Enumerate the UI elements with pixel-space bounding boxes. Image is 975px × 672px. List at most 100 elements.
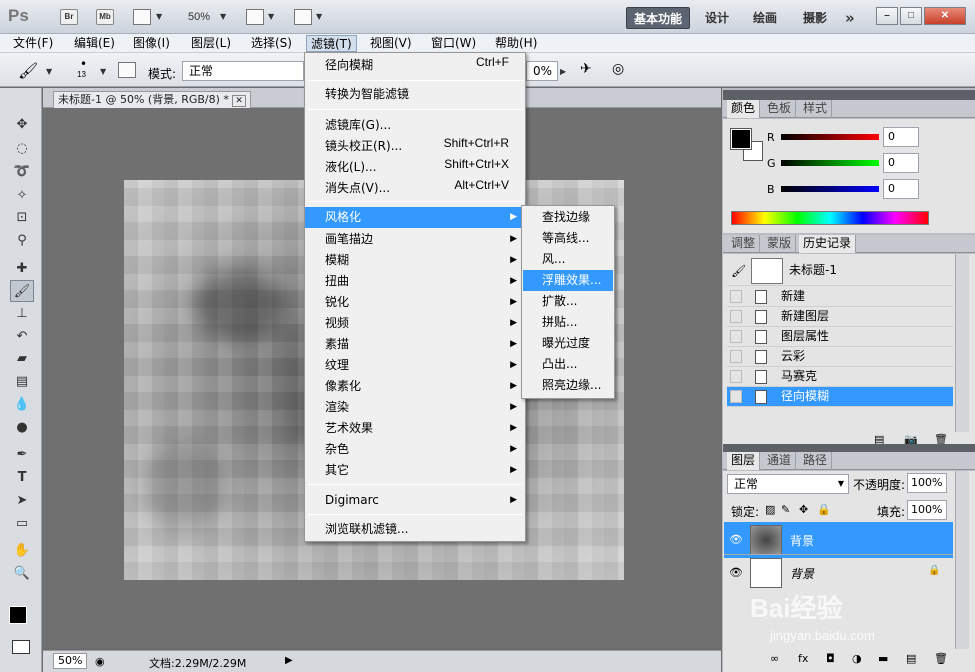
workspace-photography[interactable]: 摄影 <box>796 7 834 29</box>
brush-panel-button[interactable] <box>118 62 136 78</box>
quick-select-tool-icon[interactable]: ✧ <box>10 185 34 207</box>
menu-item-artistic[interactable]: 艺术效果 ▶ <box>305 418 525 439</box>
menu-window[interactable]: 窗口(W) <box>427 35 480 52</box>
fill-input[interactable]: 100% <box>907 500 947 520</box>
more-workspaces-button[interactable]: » <box>838 7 862 29</box>
mode-select[interactable]: 正常 <box>182 61 304 81</box>
chevron-right-icon[interactable]: ▶ <box>560 67 566 76</box>
lock-transparent-icon[interactable]: ▨ <box>765 503 775 516</box>
history-item[interactable]: 新建 <box>727 287 953 307</box>
menu-layer[interactable]: 图层(L) <box>187 35 235 52</box>
submenu-item-glowing-edges[interactable]: 照亮边缘... <box>523 375 613 396</box>
blue-value-input[interactable]: 0 <box>883 179 919 199</box>
menu-item-convert-smart-filter[interactable]: 转换为智能滤镜 <box>305 84 525 105</box>
menu-item-vanishing-point[interactable]: 消失点(V)... Alt+Ctrl+V <box>305 178 525 199</box>
history-scrollbar[interactable] <box>955 254 969 432</box>
healing-brush-tool-icon[interactable]: ✚ <box>10 258 34 280</box>
adjustment-layer-icon[interactable]: ◑ <box>852 652 862 665</box>
hand-tool-icon[interactable]: ✋ <box>10 540 34 562</box>
path-selection-tool-icon[interactable]: ➤ <box>10 490 34 512</box>
layer-name[interactable]: 背景 <box>790 565 814 582</box>
tab-swatches[interactable]: 色板 <box>763 100 797 118</box>
submenu-item-diffuse[interactable]: 扩散... <box>523 291 613 312</box>
history-brush-tool-icon[interactable]: ↶ <box>10 326 34 348</box>
menu-item-liquify[interactable]: 液化(L)... Shift+Ctrl+X <box>305 157 525 178</box>
close-icon[interactable]: ✕ <box>924 7 966 25</box>
screen-mode-button[interactable] <box>294 9 312 25</box>
delete-layer-icon[interactable]: 🗑 <box>934 652 948 665</box>
history-snapshot[interactable]: 🖌 未标题-1 <box>727 256 953 286</box>
link-layers-icon[interactable]: ∞ <box>770 652 779 665</box>
submenu-item-wind[interactable]: 风... <box>523 249 613 270</box>
eye-icon[interactable]: 👁 <box>729 533 743 546</box>
menu-item-brush-strokes[interactable]: 画笔描边 ▶ <box>305 229 525 250</box>
workspace-painting[interactable]: 绘画 <box>746 7 784 29</box>
menu-image[interactable]: 图像(I) <box>129 35 174 52</box>
history-item-active[interactable]: 径向模糊 <box>727 387 953 407</box>
tab-layers[interactable]: 图层 <box>727 452 761 470</box>
status-info-icon[interactable]: ◉ <box>95 655 105 668</box>
pen-tool-icon[interactable]: ✒ <box>10 444 34 466</box>
blue-slider[interactable] <box>781 186 879 192</box>
zoom-tool-icon[interactable]: 🔍 <box>10 563 34 585</box>
history-brush-source-icon[interactable]: 🖌 <box>731 262 746 281</box>
flow-input[interactable]: 0% <box>526 61 558 81</box>
lock-position-icon[interactable]: ✥ <box>799 503 808 516</box>
type-tool-icon[interactable]: T <box>10 467 34 489</box>
menu-item-pixelate[interactable]: 像素化 ▶ <box>305 376 525 397</box>
menu-item-digimarc[interactable]: Digimarc ▶ <box>305 490 525 511</box>
eye-icon[interactable]: 👁 <box>729 566 743 579</box>
menu-view[interactable]: 视图(V) <box>366 35 416 52</box>
brush-tip-icon[interactable]: • <box>80 57 87 71</box>
clone-stamp-tool-icon[interactable]: ⊥ <box>10 303 34 325</box>
menu-item-distort[interactable]: 扭曲 ▶ <box>305 271 525 292</box>
chevron-down-icon[interactable]: ▼ <box>268 12 274 21</box>
airbrush-icon[interactable]: ✈ <box>580 61 592 77</box>
red-value-input[interactable]: 0 <box>883 127 919 147</box>
color-spectrum-bar[interactable] <box>731 211 929 225</box>
add-mask-icon[interactable]: ◘ <box>826 652 835 665</box>
quick-mask-icon[interactable] <box>12 640 30 654</box>
eyedropper-tool-icon[interactable]: ⚲ <box>10 230 34 252</box>
close-tab-icon[interactable]: ✕ <box>232 95 246 107</box>
panel-header-color[interactable] <box>723 90 975 100</box>
marquee-tool-icon[interactable]: ◌ <box>10 138 34 160</box>
gradient-tool-icon[interactable]: ▤ <box>10 371 34 393</box>
new-layer-icon[interactable]: ▤ <box>906 652 916 665</box>
blend-mode-select[interactable]: 正常 ▼ <box>727 474 849 494</box>
tab-history[interactable]: 历史记录 <box>799 235 857 253</box>
menu-item-sharpen[interactable]: 锐化 ▶ <box>305 292 525 313</box>
eraser-tool-icon[interactable]: ▰ <box>10 348 34 370</box>
document-tab[interactable]: 未标题-1 @ 50% (背景, RGB/8) * ✕ <box>53 91 251 108</box>
workspace-design[interactable]: 设计 <box>698 7 736 29</box>
chevron-down-icon[interactable]: ▼ <box>316 12 322 21</box>
foreground-color-swatch[interactable] <box>9 606 27 624</box>
submenu-item-extrude[interactable]: 凸出... <box>523 354 613 375</box>
tab-masks[interactable]: 蒙版 <box>763 235 797 253</box>
menu-item-other[interactable]: 其它 ▶ <box>305 460 525 481</box>
tab-adjustments[interactable]: 调整 <box>727 235 761 253</box>
layer-row[interactable]: 👁 背景 🔒 <box>724 554 953 590</box>
crop-tool-icon[interactable]: ⊡ <box>10 207 34 229</box>
submenu-item-find-edges[interactable]: 查找边缘 <box>523 207 613 228</box>
shape-tool-icon[interactable]: ▭ <box>10 513 34 535</box>
tab-paths[interactable]: 路径 <box>799 452 833 470</box>
layer-style-icon[interactable]: fx <box>798 652 808 665</box>
chevron-down-icon[interactable]: ▼ <box>100 67 106 76</box>
history-item[interactable]: 图层属性 <box>727 327 953 347</box>
layer-row-active[interactable]: 👁 背景 <box>724 522 953 558</box>
menu-edit[interactable]: 编辑(E) <box>70 35 119 52</box>
view-extras-button[interactable] <box>133 9 151 25</box>
arrange-documents-button[interactable] <box>246 9 264 25</box>
dodge-tool-icon[interactable]: ● <box>10 417 34 439</box>
move-tool-icon[interactable]: ✥ <box>10 114 34 136</box>
panel-header-layers[interactable] <box>723 444 975 452</box>
lock-pixels-icon[interactable]: ✎ <box>781 503 790 516</box>
tab-styles[interactable]: 样式 <box>799 100 833 118</box>
lasso-tool-icon[interactable]: ➰ <box>10 161 34 183</box>
green-slider[interactable] <box>781 160 879 166</box>
menu-item-render[interactable]: 渲染 ▶ <box>305 397 525 418</box>
history-item[interactable]: 新建图层 <box>727 307 953 327</box>
tablet-pressure-icon[interactable]: ◎ <box>612 61 624 77</box>
status-zoom[interactable]: 50% <box>53 653 88 669</box>
